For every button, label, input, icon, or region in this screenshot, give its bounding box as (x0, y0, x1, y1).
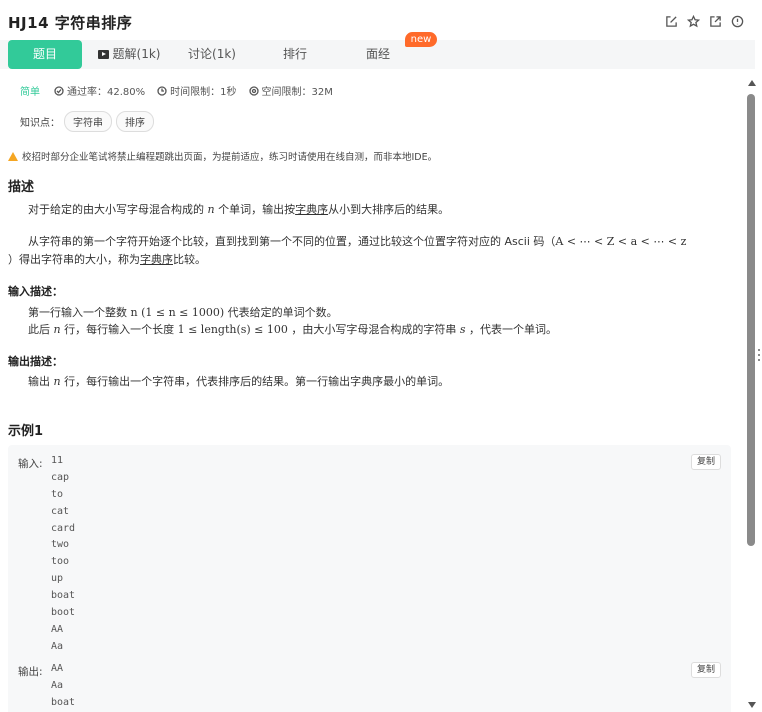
vertical-scrollbar[interactable] (747, 76, 757, 712)
tag-string[interactable]: 字符串 (64, 111, 112, 132)
text: 行，每行输出一个字符串，代表排序后的结果。第一行输出字典序最小的单词。 (60, 375, 450, 388)
tab-solutions[interactable]: 题解(1k) (94, 40, 164, 69)
output-label: 输出: (18, 666, 43, 678)
input-line: AA (51, 623, 64, 635)
input-line-2: 此后 n 行，每行输入一个长度 1 ≤ length(s) ≤ 100 ，由大小… (28, 321, 557, 339)
warning-notice: 校招时部分企业笔试将禁止编程题跳出页面，为提前适应，练习时请使用在线自测，而非本… (8, 149, 437, 163)
input-label: 输入: (18, 458, 43, 470)
resize-handle-icon[interactable] (758, 349, 762, 361)
new-badge: new (405, 32, 437, 47)
math: n (53, 375, 61, 388)
output-line-1: 输出 n 行，每行输出一个字符串，代表排序后的结果。第一行输出字典序最小的单词。 (28, 373, 449, 391)
text: ，由大小写字母混合构成的字符串 (287, 323, 460, 336)
input-line: two (51, 539, 70, 551)
memory-icon (248, 85, 259, 96)
math: n (207, 203, 215, 216)
math: 1 ≤ length(s) ≤ 100 (177, 323, 288, 336)
text: 比较。 (173, 253, 206, 266)
text: ，代表一个单词。 (465, 323, 558, 336)
input-line: card (51, 522, 76, 534)
input-line: 11 (51, 455, 64, 466)
input-line: boot (51, 607, 76, 619)
warning-text: 校招时部分企业笔试将禁止编程题跳出页面，为提前适应，练习时请使用在线自测，而非本… (22, 152, 438, 163)
pass-rate-text: 通过率：42.80% (67, 87, 146, 98)
text: 代表给定的单词个数。 (224, 306, 338, 319)
problem-content: 简单 通过率：42.80% 时间限制：1秒 空间限制：32M 知识点： 字符串 … (0, 70, 745, 712)
tab-discuss[interactable]: 讨论(1k) (180, 40, 244, 69)
problem-meta: 简单 通过率：42.80% 时间限制：1秒 空间限制：32M (20, 83, 345, 98)
dictionary-order-link[interactable]: 字典序 (140, 253, 173, 266)
warning-icon (8, 151, 18, 161)
math: n (53, 323, 61, 336)
description-p1: 对于给定的由大小写字母混合构成的 n 个单词，输出按字典序从小到大排序后的结果。 (28, 201, 449, 219)
text: 输出 (28, 375, 54, 388)
copy-output-button[interactable]: 复制 (691, 662, 721, 678)
clock-icon (157, 85, 167, 96)
tag-sort[interactable]: 排序 (116, 111, 154, 132)
tab-interview[interactable]: 面经 (353, 40, 403, 69)
time-limit: 时间限制：1秒 (157, 83, 237, 98)
page-title: HJ14 字符串排序 (8, 14, 133, 32)
pass-rate: 通过率：42.80% (54, 83, 145, 98)
description-p2-cont: ）得出字符串的大小，称为字典序比较。 (8, 251, 206, 269)
tab-solutions-label: 题解(1k) (112, 47, 161, 61)
description-p2: 从字符串的第一个字符开始逐个比较，直到找到第一个不同的位置，通过比较这个位置字符… (28, 233, 728, 251)
space-limit-text: 空间限制：32M (261, 87, 333, 98)
text: ）得出字符串的大小，称为 (8, 253, 140, 266)
difficulty-label: 简单 (20, 87, 40, 98)
example-input[interactable]: 11 cap to cat card two too up boat boot … (51, 453, 75, 656)
math: n (1 ≤ n ≤ 1000) (130, 306, 225, 319)
info-icon[interactable] (730, 14, 744, 28)
handle-dot (758, 349, 760, 351)
input-heading: 输入描述： (8, 285, 63, 298)
video-icon (97, 50, 109, 59)
knowledge-label: 知识点： (20, 118, 60, 129)
tab-bar: 题目 题解(1k) 讨论(1k) 排行 面经 (0, 40, 755, 69)
input-line-1: 第一行输入一个整数 n (1 ≤ n ≤ 1000) 代表给定的单词个数。 (28, 304, 338, 322)
text: 对于给定的由大小写字母混合构成的 (28, 203, 208, 216)
copy-input-button[interactable]: 复制 (691, 454, 721, 470)
input-line: cat (51, 505, 70, 517)
text: 行，每行输入一个长度 (60, 323, 178, 336)
knowledge-points: 知识点： 字符串 排序 (20, 111, 154, 132)
text: 第一行输入一个整数 (28, 306, 131, 319)
output-line: Aa (51, 679, 64, 691)
time-limit-text: 时间限制：1秒 (170, 87, 237, 98)
output-heading: 输出描述： (8, 355, 63, 368)
text: 个单词，输出按 (214, 203, 296, 216)
example-output[interactable]: AA Aa boat (51, 661, 75, 712)
tab-problem[interactable]: 题目 (8, 40, 82, 69)
input-line: to (51, 488, 64, 500)
scroll-down-arrow-icon[interactable] (748, 702, 756, 708)
handle-dot (758, 359, 760, 361)
input-line: boat (51, 590, 76, 602)
star-icon[interactable] (686, 14, 700, 28)
input-line: up (51, 573, 64, 585)
share-icon[interactable] (708, 14, 722, 28)
text: 从小到大排序后的结果。 (328, 203, 450, 216)
header: HJ14 字符串排序 (0, 0, 762, 42)
math: A < ⋯ < Z < a < ⋯ < z (555, 235, 687, 248)
header-actions (664, 14, 744, 28)
scroll-up-arrow-icon[interactable] (748, 80, 756, 86)
input-line: too (51, 556, 70, 568)
input-line: Aa (51, 640, 64, 652)
check-circle-icon (54, 85, 64, 96)
scrollbar-thumb[interactable] (747, 94, 755, 546)
handle-dot (758, 354, 760, 356)
text: 从字符串的第一个字符开始逐个比较，直到找到第一个不同的位置，通过比较这个位置字符… (28, 235, 556, 248)
example-heading: 示例1 (8, 424, 44, 439)
output-line: AA (51, 663, 64, 674)
description-heading: 描述 (8, 180, 35, 195)
example-box: 输入: 复制 11 cap to cat card two too up boa… (8, 445, 731, 712)
output-line: boat (51, 696, 76, 708)
text: 此后 (28, 323, 54, 336)
tab-ranking[interactable]: 排行 (270, 40, 320, 69)
input-line: cap (51, 471, 70, 483)
edit-icon[interactable] (664, 14, 678, 28)
space-limit: 空间限制：32M (248, 83, 333, 98)
dictionary-order-link[interactable]: 字典序 (295, 203, 328, 216)
